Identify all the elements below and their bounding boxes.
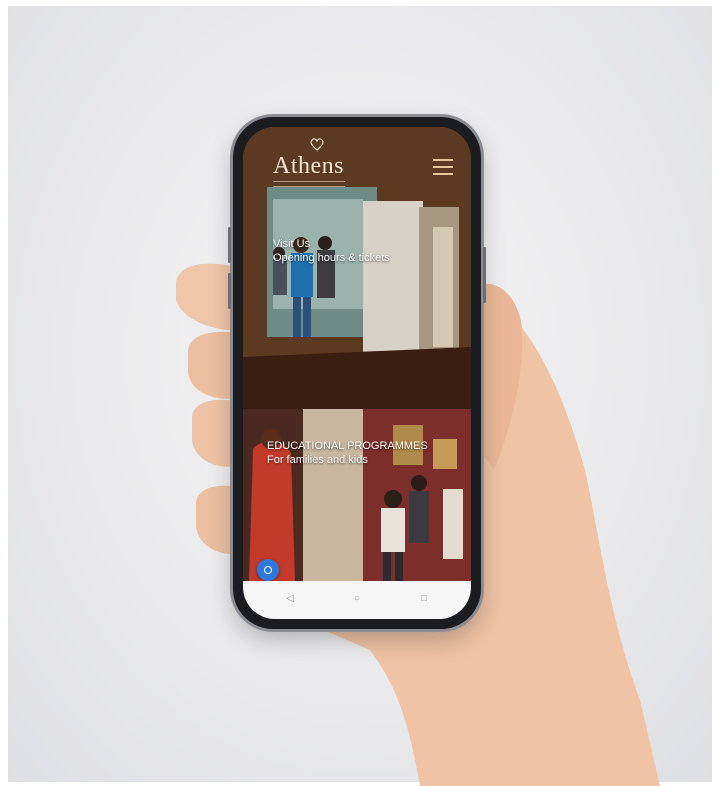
logo-underline: [273, 181, 345, 187]
visit-subtitle[interactable]: Opening hours & tickets: [273, 251, 390, 265]
volume-button: [228, 227, 231, 263]
programmes-subtitle[interactable]: For families and kids: [267, 453, 368, 467]
hamburger-menu-icon[interactable]: [433, 159, 453, 175]
visit-title[interactable]: Visit Us: [273, 237, 310, 251]
accessibility-icon[interactable]: [257, 559, 279, 581]
phone-screen: Athens Visit Us Opening hours & tickets: [243, 127, 471, 619]
visit-panel[interactable]: Athens Visit Us Opening hours & tickets: [243, 127, 471, 409]
volume-button: [228, 273, 231, 309]
programmes-photo: [243, 409, 471, 581]
programmes-panel[interactable]: EDUCATIONAL PROGRAMMES For families and …: [243, 409, 471, 581]
system-navigation-bar: ◁ ○ □: [243, 581, 471, 619]
recent-apps-icon[interactable]: □: [417, 593, 431, 605]
app-logo[interactable]: Athens: [273, 153, 344, 180]
back-icon[interactable]: ◁: [283, 593, 297, 605]
programmes-title[interactable]: EDUCATIONAL PROGRAMMES: [267, 439, 428, 453]
home-icon[interactable]: ○: [350, 593, 364, 605]
smartphone: Athens Visit Us Opening hours & tickets: [228, 117, 486, 629]
logo-mark-icon: [310, 138, 324, 151]
power-button: [483, 247, 486, 303]
